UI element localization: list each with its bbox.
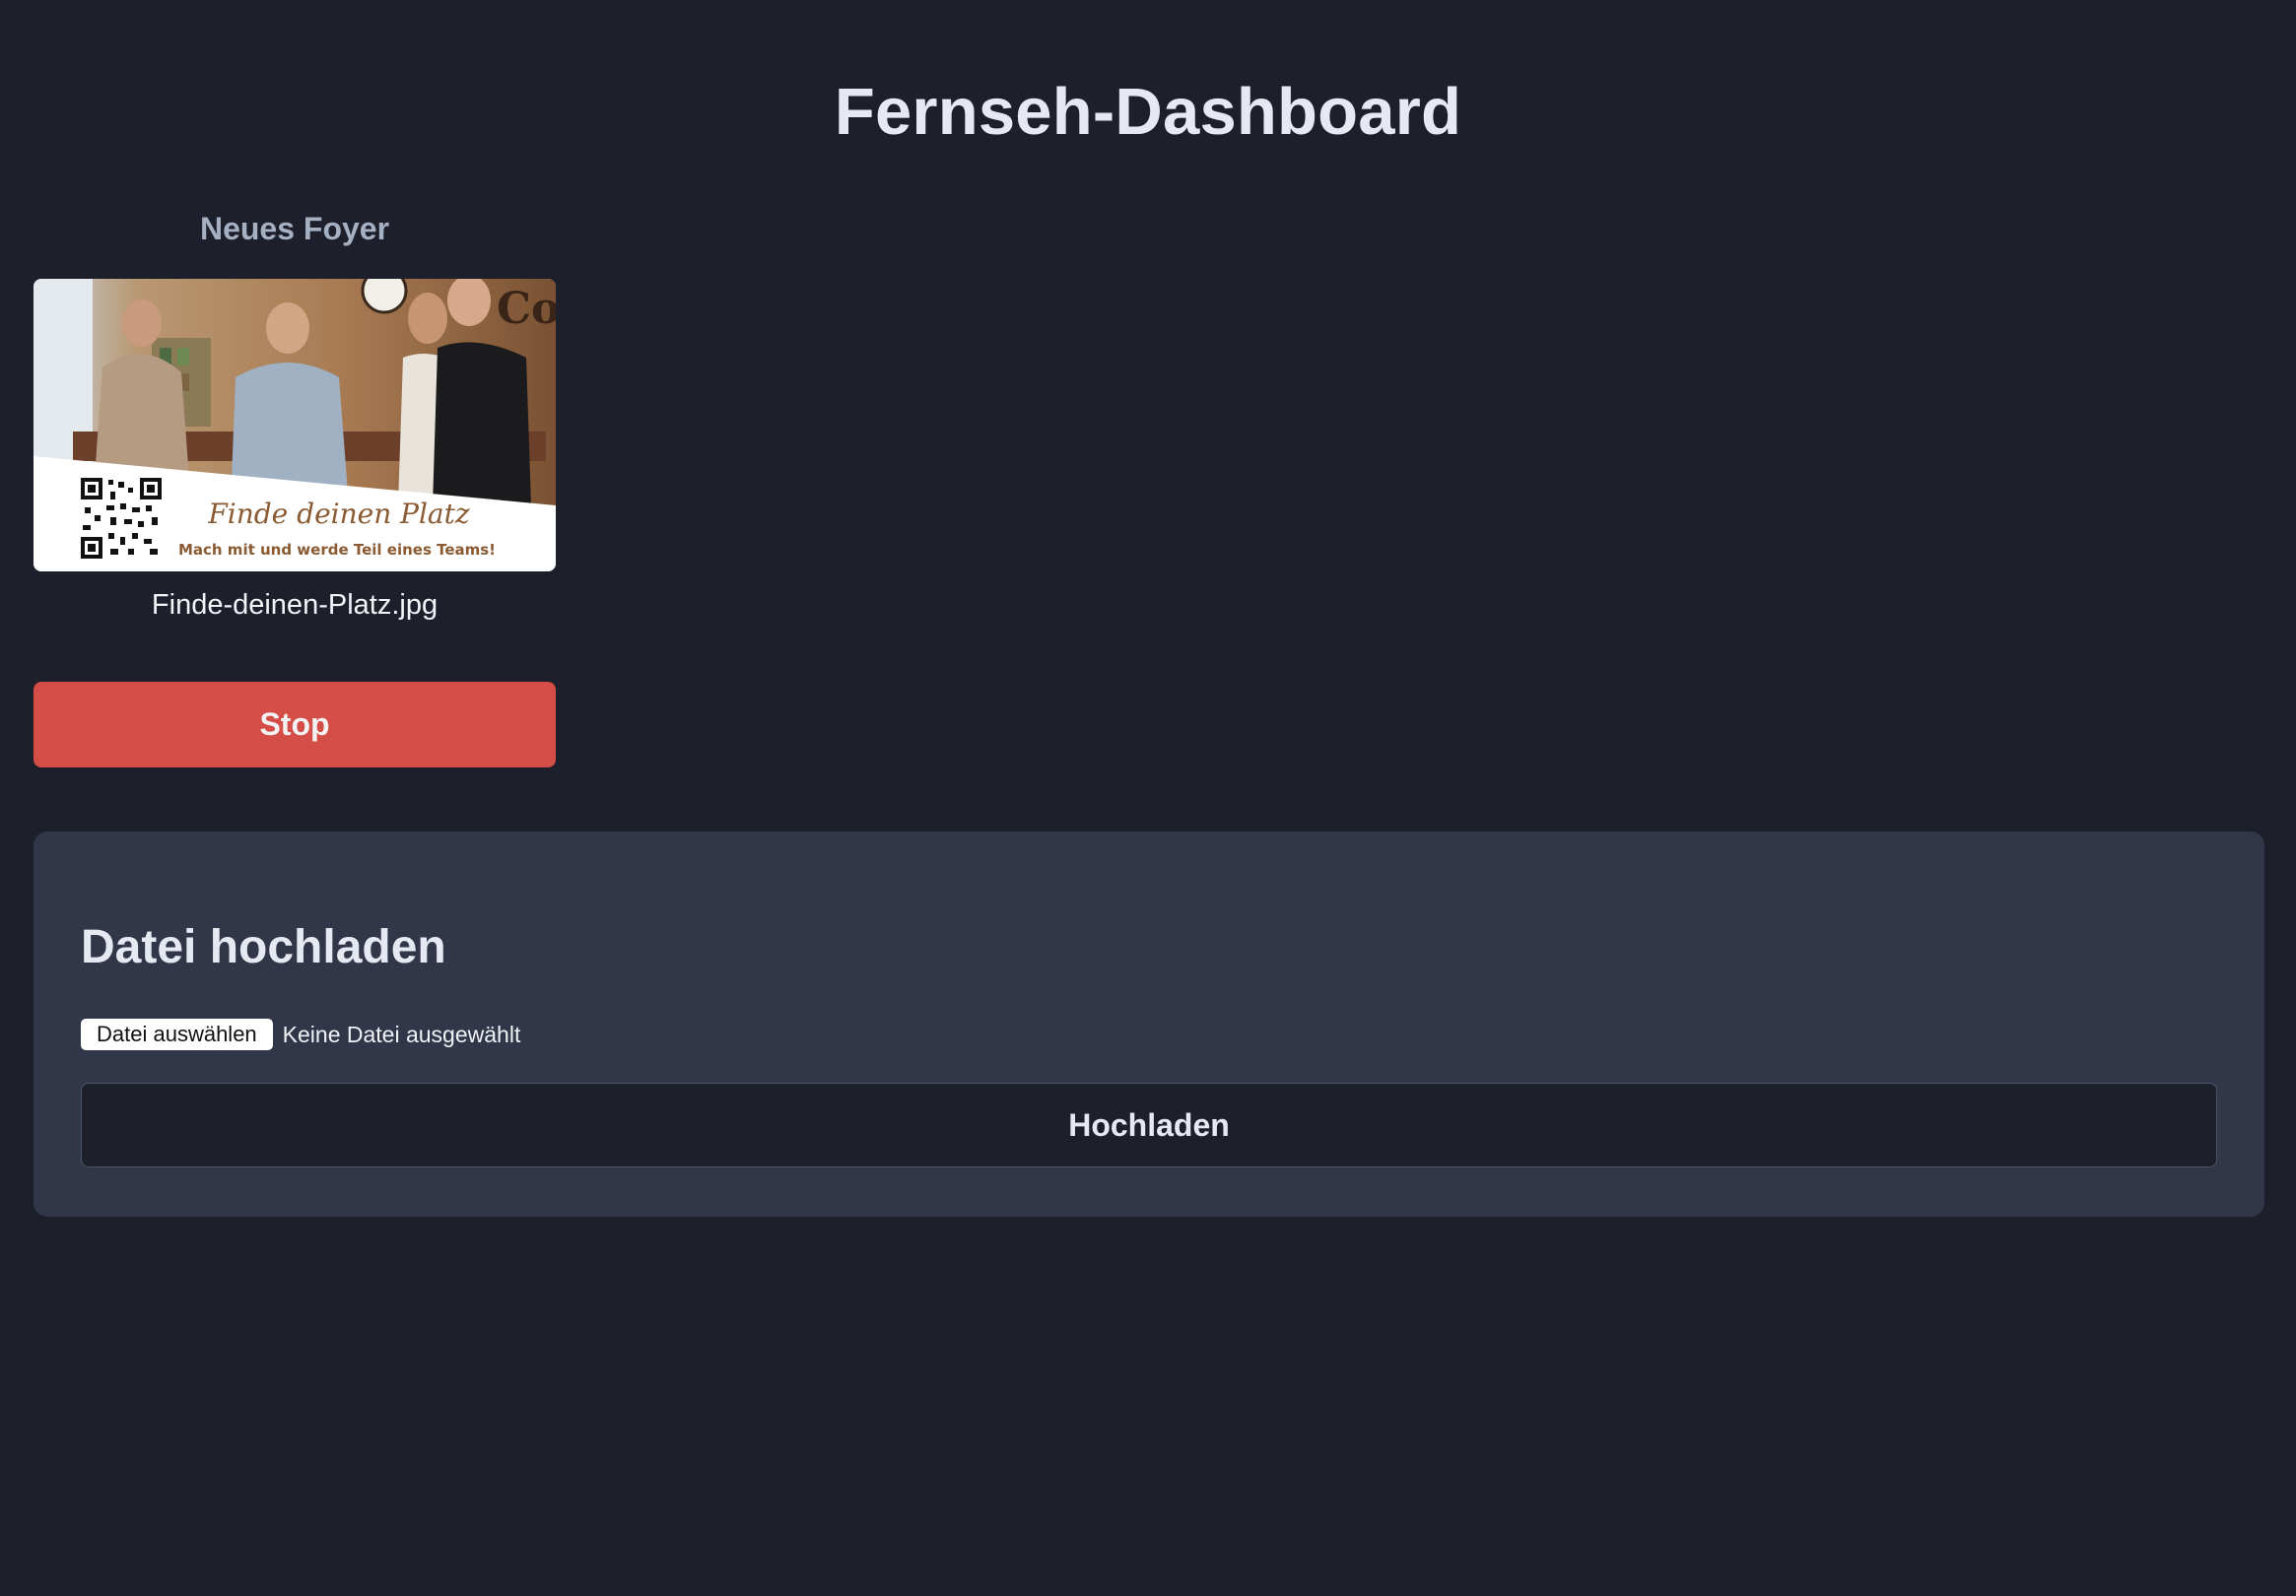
svg-text:Coffe: Coffe [497, 284, 556, 334]
upload-button[interactable]: Hochladen [81, 1083, 2217, 1167]
upload-panel: Datei hochladen Datei auswählen Keine Da… [34, 831, 2264, 1217]
current-image-preview: Coffe [34, 279, 556, 571]
no-file-selected-text: Keine Datei ausgewählt [282, 1021, 521, 1047]
tv-card: Neues Foyer Coffe [34, 207, 556, 767]
stop-button[interactable]: Stop [34, 682, 556, 767]
upload-title: Datei hochladen [81, 921, 446, 973]
preview-headline: Finde deinen Platz [207, 498, 470, 530]
tv-name: Neues Foyer [199, 211, 390, 246]
preview-tagline: Mach mit und werde Teil eines Teams! [178, 541, 496, 559]
current-file-name: Finde-deinen-Platz.jpg [151, 589, 439, 621]
choose-file-button[interactable]: Datei auswählen [81, 1019, 273, 1050]
page-title: Fernseh-Dashboard [834, 75, 1462, 149]
file-input[interactable]: Datei auswählen Keine Datei ausgewählt [81, 1019, 520, 1050]
